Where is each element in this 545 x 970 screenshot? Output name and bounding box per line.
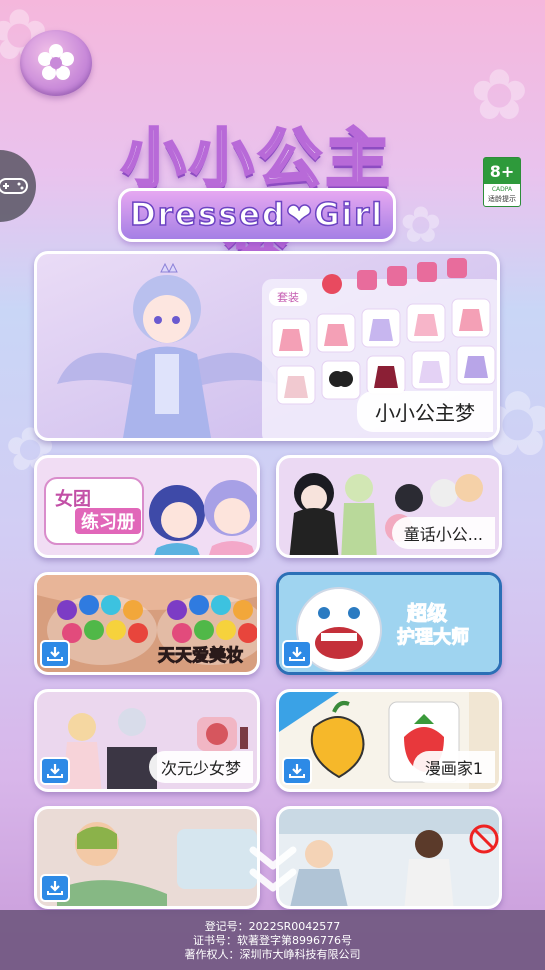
game-label: 漫画家1 [412, 751, 495, 783]
game-label: 天天爱美妆 [158, 646, 244, 667]
game-center-tab[interactable] [0, 150, 36, 222]
age-rating-badge: 8+ CADPA 适龄提示 [483, 157, 521, 207]
logo-title-en-banner: Dressed❤Girl [118, 188, 396, 242]
app-logo: 小小公主梦 Dressed❤Girl [90, 108, 425, 291]
download-button[interactable] [40, 874, 70, 902]
logo-title-en: Dressed❤Girl [129, 196, 385, 234]
game-card-row4-left[interactable] [34, 806, 260, 909]
certificate-number: 证书号：软著登字第8996776号 [193, 934, 352, 947]
suit-tag-text: 套装 [277, 291, 299, 304]
copyright-owner: 著作权人：深圳市大峥科技有限公司 [184, 948, 361, 961]
download-icon [47, 647, 63, 661]
download-button[interactable] [282, 640, 312, 668]
game-label: 童话小公... [391, 517, 495, 549]
download-button[interactable] [40, 640, 70, 668]
download-icon [47, 881, 63, 895]
download-icon [47, 764, 63, 778]
gamepad-icon [0, 178, 28, 194]
featured-game-card[interactable]: 套装 小小公主梦 [34, 251, 500, 441]
game-art-row4-left [37, 809, 257, 906]
download-button[interactable] [40, 757, 70, 785]
game-art-row4-right [279, 809, 499, 906]
copyright-footer: 登记号：2022SR0042577 证书号：软著登字第8996776号 著作权人… [0, 910, 545, 970]
logo-title-cn: 小小公主梦 [120, 122, 394, 291]
game-card-nurse-master[interactable]: 超级 护理大师 [276, 572, 502, 675]
age-rating-org: CADPA [491, 186, 513, 193]
flower-gear-icon [38, 44, 74, 80]
nurse-title-2: 护理大师 [397, 627, 470, 649]
age-rating-value: 8+ [484, 158, 520, 184]
game-card-fairy-princess[interactable]: 童话小公... [276, 455, 502, 558]
game-label: 次元少女梦 [148, 751, 253, 783]
download-icon [289, 647, 305, 661]
game-card-comic-artist[interactable]: 漫画家1 [276, 689, 502, 792]
registration-number: 登记号：2022SR0042577 [204, 920, 341, 933]
girl-group-title-2: 练习册 [75, 508, 141, 534]
download-button[interactable] [282, 757, 312, 785]
scroll-down-chevron-icon[interactable] [245, 842, 301, 900]
game-card-dimension-girl[interactable]: 次元少女梦 [34, 689, 260, 792]
game-card-girl-group[interactable]: 女团 练习册 [34, 455, 260, 558]
bg-flower-decoration: ✿ [470, 54, 529, 136]
download-icon [289, 764, 305, 778]
settings-button[interactable] [20, 30, 92, 96]
game-card-row4-right[interactable] [276, 806, 502, 909]
nurse-title-1: 超级 [407, 601, 448, 626]
age-rating-tip: 适龄提示 [488, 195, 516, 203]
game-card-makeup[interactable]: 天天爱美妆 [34, 572, 260, 675]
featured-game-label: 小小公主梦 [357, 391, 493, 432]
